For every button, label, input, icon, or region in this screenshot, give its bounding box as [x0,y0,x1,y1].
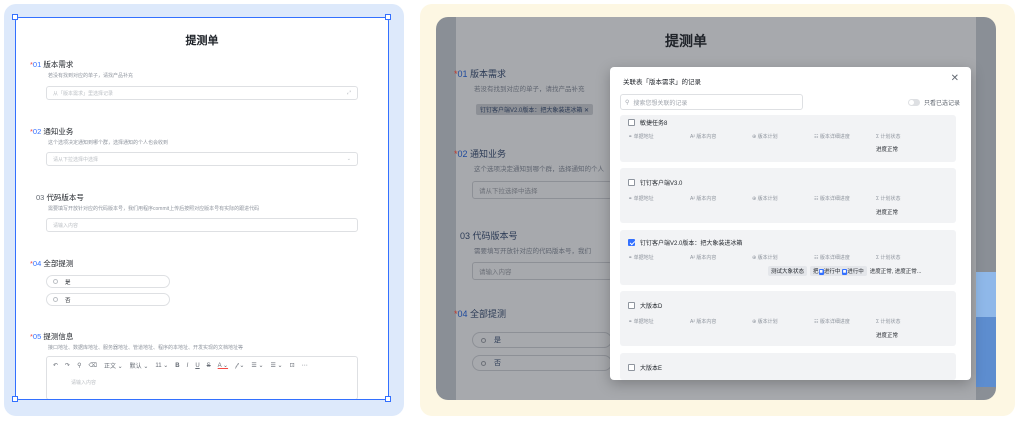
question-desc: 需要填写开放针对应的代码版本号，我们用程序commit上传后按照对应版本号有实际… [48,206,260,212]
question-notify-business: *02 通知业务 [454,149,507,159]
font-color-icon[interactable]: A ⌄ [218,362,228,369]
modal-title: 关联表「版本需求」的记录 [623,79,701,86]
field-label: ⚭ 单据地址 [628,134,654,140]
rich-text-editor[interactable]: ↶ ↷ ⚲ ⌫ 正文 ⌄ 默认 ⌄ 11 ⌄ B I U S A ⌄ 𝒻 ⌄ ☰… [46,356,358,399]
close-icon[interactable]: ✕ [951,73,959,84]
record-title: 钉钉客户端V3.0 [628,178,682,187]
form-card[interactable]: 提测单 *01 版本需求 若没有找到对应的单子，请找产品补充 从「版本需求」里选… [15,17,389,400]
question-desc: 接口地址、数据库地址、服务器地址、管道地址、程序的本地址、开发实现的文档地址等 [48,345,244,351]
numbered-list-icon[interactable]: ☰ ⌄ [271,362,283,369]
field-label: ⊕ 版本计划 [752,134,778,140]
clear-format-icon[interactable]: ⌫ [88,362,96,369]
version-plan-tag: 测试大象状态 [768,266,808,276]
checkbox[interactable] [628,119,635,126]
font-size-dropdown[interactable]: 11 ⌄ [155,362,168,369]
question-code-version: 03 代码版本号 [36,193,84,202]
question-desc: 这个选项决定通知到哪个群，选择通知的个人也会收到 [48,140,169,146]
record-card[interactable]: 敏捷任务8 ⚭ 单据地址 A² 版本内容 ⊕ 版本计划 ☷ 版本详细进度 Σ 计… [620,115,956,162]
progress-tag: 把■进行中 ■进行中 [810,266,867,276]
plan-status-value: 进度正常 [876,333,899,339]
checkbox[interactable] [628,179,635,186]
notify-select[interactable]: 请从下拉选择中选择 ⌄ [46,152,358,166]
resize-handle[interactable] [385,14,391,20]
field-label: ☷ 版本详细进度 [814,134,850,140]
record-card[interactable]: 大版本D ⚭ 单据地址 A² 版本内容 ⊕ 版本计划 ☷ 版本详细进度 Σ 计划… [620,291,956,346]
resize-handle[interactable] [12,14,18,20]
radio-icon [53,297,58,302]
form-title: 提测单 [665,33,707,49]
redo-icon[interactable]: ↷ [65,362,70,369]
font-family-dropdown[interactable]: 默认 ⌄ [130,361,149,370]
radio-icon [481,360,486,366]
toggle-switch[interactable] [907,99,920,106]
record-card[interactable]: 大版本E [620,353,956,380]
more-icon[interactable]: ⋯ [302,362,308,369]
question-all-test: *04 全部提测 [30,259,74,268]
option-yes[interactable]: 是 [46,275,170,288]
form-title: 提测单 [185,35,219,47]
code-version-input[interactable]: 请输入内容 [472,262,612,280]
only-selected-toggle[interactable]: 只看已选记录 [907,98,960,107]
field-label: A² 版本内容 [690,134,717,140]
selected-record-tag[interactable]: 钉钉客户端V2.0版本：把大象装进冰箱 ✕ [476,104,594,115]
question-all-test: *04 全部提测 [454,309,507,319]
plan-status-value: 进度正常 [876,147,899,153]
field-label: Σ 计划状态 [876,134,901,140]
radio-icon [53,279,58,284]
checkbox-checked[interactable] [628,239,635,246]
option-yes[interactable]: 是 [472,332,612,348]
underline-icon[interactable]: U [195,363,199,369]
record-title: 敏捷任务8 [628,118,667,127]
expand-icon: ⤢ [346,90,351,96]
bullet-list-icon[interactable]: ☰ ⌄ [251,362,263,369]
record-title: 大版本E [628,363,662,372]
question-desc: 这个选项决定通知到哪个群，选择通知的个人 [474,166,604,173]
question-version-requirement: *01 版本需求 [454,69,507,79]
editor-placeholder: 请输入内容 [71,380,97,386]
question-desc: 需要填写开放针对应的代码版本号，我们 [474,248,591,255]
link-record-modal: 关联表「版本需求」的记录 ✕ ⚲ 搜索您想关联的记录 只看已选记录 敏捷任务8 ⚭… [610,67,971,380]
highlight-icon[interactable]: 𝒻 ⌄ [235,362,244,370]
resize-handle[interactable] [385,396,391,402]
question-desc: 若没有找到对应的单子，请找产品补充 [474,86,585,93]
checkbox[interactable] [628,302,635,309]
format-painter-icon[interactable]: ⚲ [77,362,81,369]
record-title: 钉钉客户端V2.0版本：把大象装进冰箱 [628,238,742,247]
bold-icon[interactable]: B [175,363,179,369]
paragraph-style-dropdown[interactable]: 正文 ⌄ [104,361,123,370]
record-card-selected[interactable]: 钉钉客户端V2.0版本：把大象装进冰箱 ⚭ 单据地址 A² 版本内容 ⊕ 版本计… [620,230,956,285]
question-code-version: 03 代码版本号 [460,231,518,241]
question-notify-business: *02 通知业务 [30,127,74,136]
version-record-picker[interactable]: 从「版本需求」里选择记录 ⤢ [46,86,358,100]
search-icon: ⚲ [625,99,630,106]
plan-status-value: 进度正常, 进度正常... [869,269,922,275]
checkbox[interactable] [628,364,635,371]
question-desc: 若没有找到对应的单子，请找产品补充 [48,73,134,79]
strikethrough-icon[interactable]: S [207,363,211,369]
editor-toolbar: ↶ ↷ ⚲ ⌫ 正文 ⌄ 默认 ⌄ 11 ⌄ B I U S A ⌄ 𝒻 ⌄ ☰… [53,361,308,371]
question-test-info: *05 提测信息 [30,332,74,341]
record-title: 大版本D [628,301,662,310]
question-version-requirement: *01 版本需求 [30,60,74,69]
chevron-down-icon: ⌄ [346,156,351,162]
search-input[interactable]: ⚲ 搜索您想关联的记录 [620,94,803,110]
option-no[interactable]: 否 [46,293,170,306]
image-icon[interactable]: ⊡ [290,362,295,369]
resize-handle[interactable] [12,396,18,402]
italic-icon[interactable]: I [187,363,189,369]
code-version-input[interactable]: 请输入内容 [46,218,358,232]
record-values: 测试大象状态 把■进行中 ■进行中 进度正常, 进度正常... [768,266,921,276]
radio-icon [481,337,486,343]
plan-status-value: 进度正常 [876,210,899,216]
option-no[interactable]: 否 [472,355,612,371]
undo-icon[interactable]: ↶ [53,362,58,369]
record-card[interactable]: 钉钉客户端V3.0 ⚭ 单据地址 A² 版本内容 ⊕ 版本计划 ☷ 版本详细进度… [620,168,956,223]
notify-select[interactable]: 请从下拉选择中选择 [472,181,612,199]
